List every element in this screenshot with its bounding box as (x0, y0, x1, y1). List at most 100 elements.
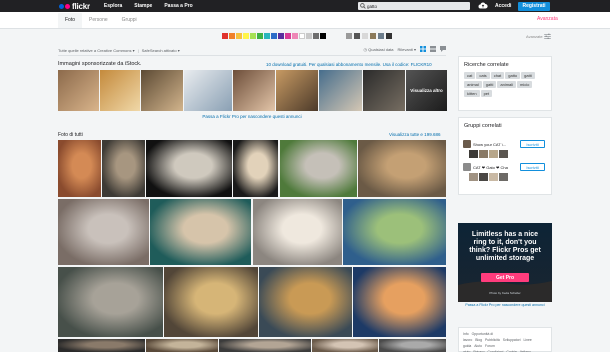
nav-go-pro[interactable]: Passa a Pro (164, 3, 192, 9)
color-swatch[interactable] (313, 33, 319, 39)
login-link[interactable]: Accedi (495, 3, 511, 9)
cat-photo[interactable] (259, 267, 352, 337)
signup-button[interactable]: Registrati (518, 1, 550, 11)
search-icon[interactable] (358, 2, 367, 10)
cat-photo[interactable] (164, 267, 258, 337)
flickr-logo[interactable]: flickr (59, 0, 90, 12)
see-more-tile[interactable]: Visualizza altro (406, 70, 447, 111)
color-swatch[interactable] (264, 33, 270, 39)
color-swatch[interactable] (299, 33, 305, 39)
cat-photo[interactable] (102, 140, 145, 197)
cat-photo[interactable] (379, 339, 446, 352)
cat-photo[interactable] (280, 140, 357, 197)
safesearch-dropdown[interactable]: SafeSearch attivato ▾ (142, 48, 180, 53)
license-dropdown[interactable]: Tutte quelle relative a Creative Commons… (58, 48, 135, 53)
related-tag[interactable]: animal (464, 81, 482, 88)
go-pro-hide-ads-link[interactable]: Passa a Flickr Pro per nascondere questi… (58, 114, 446, 119)
sliders-icon[interactable] (544, 33, 551, 39)
color-swatch[interactable] (257, 33, 263, 39)
advanced-link[interactable]: Avanzata (537, 16, 558, 22)
sponsored-photo[interactable] (233, 70, 275, 111)
date-filter[interactable]: ◷ Qualsiasi data (364, 47, 394, 52)
footer-link[interactable]: Info (463, 332, 469, 336)
footer-link[interactable]: Pubblicità (485, 338, 500, 342)
related-tag[interactable]: pet (480, 90, 493, 97)
justified-view-icon[interactable] (430, 46, 436, 53)
join-group-button[interactable]: Iscriviti (520, 163, 545, 171)
advanced-filter-label[interactable]: Avanzate (526, 34, 543, 39)
cat-photo[interactable] (343, 199, 446, 265)
group-item[interactable]: CAT ❤ Gato ❤ Chat... (463, 163, 508, 171)
go-pro-ad[interactable]: Limitless has a nice ring to it, don't y… (458, 223, 552, 302)
color-swatch[interactable] (292, 33, 298, 39)
sponsored-photo[interactable] (363, 70, 405, 111)
related-tags: cat cats chat gatto gattianimal gatti animali m… (464, 72, 546, 99)
related-tag[interactable]: cats (476, 72, 490, 79)
color-swatch[interactable] (306, 33, 312, 39)
cat-photo[interactable] (219, 339, 311, 352)
style-swatch[interactable] (378, 33, 384, 39)
style-swatch[interactable] (386, 33, 392, 39)
color-swatch[interactable] (222, 33, 228, 39)
sponsored-photo[interactable] (319, 70, 362, 111)
cat-photo[interactable] (233, 140, 278, 197)
color-swatch[interactable] (285, 33, 291, 39)
related-tag[interactable]: micio (517, 81, 533, 88)
cat-photo[interactable] (146, 140, 232, 197)
cat-photo[interactable] (146, 339, 218, 352)
color-swatch[interactable] (250, 33, 256, 39)
style-swatch[interactable] (346, 33, 352, 39)
related-tag[interactable]: cat (464, 72, 476, 79)
color-swatch[interactable] (320, 33, 326, 39)
footer-link[interactable]: Sviluppatori (503, 338, 521, 342)
tab-groups[interactable]: Gruppi (115, 17, 144, 28)
cat-photo[interactable] (358, 140, 446, 197)
go-pro-hide-ads-link[interactable]: Passa a Flickr Pro per nascondere questi… (458, 303, 552, 308)
color-swatch[interactable] (271, 33, 277, 39)
cat-photo[interactable] (58, 199, 149, 265)
related-tag[interactable]: kitten (464, 90, 480, 97)
nav-explore[interactable]: Esplora (104, 3, 122, 9)
comment-view-icon[interactable] (440, 46, 446, 53)
tab-people[interactable]: Persone (82, 17, 115, 28)
sponsored-photo[interactable] (184, 70, 232, 111)
related-tag[interactable]: gatto (505, 72, 521, 79)
color-swatch[interactable] (243, 33, 249, 39)
cat-photo[interactable] (58, 339, 145, 352)
see-all-photos-link[interactable]: Visualizza tutte e 199.686 (389, 132, 440, 137)
cat-photo[interactable] (58, 267, 163, 337)
relevance-dropdown[interactable]: Rilevanti ▾ (398, 47, 416, 52)
color-swatch[interactable] (229, 33, 235, 39)
cat-photo[interactable] (58, 140, 101, 197)
color-swatch[interactable] (278, 33, 284, 39)
related-tag[interactable]: animali (497, 81, 517, 88)
footer-link[interactable]: Aiuto (474, 344, 482, 348)
color-swatch[interactable] (236, 33, 242, 39)
grid-view-icon[interactable] (420, 46, 426, 53)
istock-offer-link[interactable]: 10 download gratuiti. Per qualsiasi abbo… (266, 62, 432, 67)
footer-link[interactable]: Blog (475, 338, 482, 342)
group-item[interactable]: Show your CAT \... (463, 140, 508, 148)
cat-photo[interactable] (253, 199, 342, 265)
sponsored-photo[interactable] (141, 70, 183, 111)
search-box[interactable] (358, 2, 470, 10)
related-tag[interactable]: chat (490, 72, 505, 79)
style-swatch[interactable] (362, 33, 368, 39)
style-swatch[interactable] (354, 33, 360, 39)
main-nav: Esplora Stampe Passa a Pro (104, 3, 193, 9)
nav-prints[interactable]: Stampe (134, 3, 152, 9)
related-tag[interactable]: gatti (482, 81, 497, 88)
cat-photo[interactable] (150, 199, 251, 265)
get-pro-button[interactable]: Get Pro (481, 273, 529, 282)
cat-photo[interactable] (353, 267, 446, 337)
upload-cloud-icon[interactable] (478, 1, 488, 11)
sponsored-photo[interactable] (276, 70, 318, 111)
style-swatch[interactable] (370, 33, 376, 39)
related-tag[interactable]: gatti (521, 72, 535, 79)
sponsored-photo[interactable] (58, 70, 99, 111)
search-input[interactable] (367, 3, 462, 9)
sponsored-photo[interactable] (100, 70, 140, 111)
join-group-button[interactable]: Iscriviti (520, 140, 545, 148)
tab-photos[interactable]: Foto (58, 13, 83, 28)
cat-photo[interactable] (312, 339, 378, 352)
